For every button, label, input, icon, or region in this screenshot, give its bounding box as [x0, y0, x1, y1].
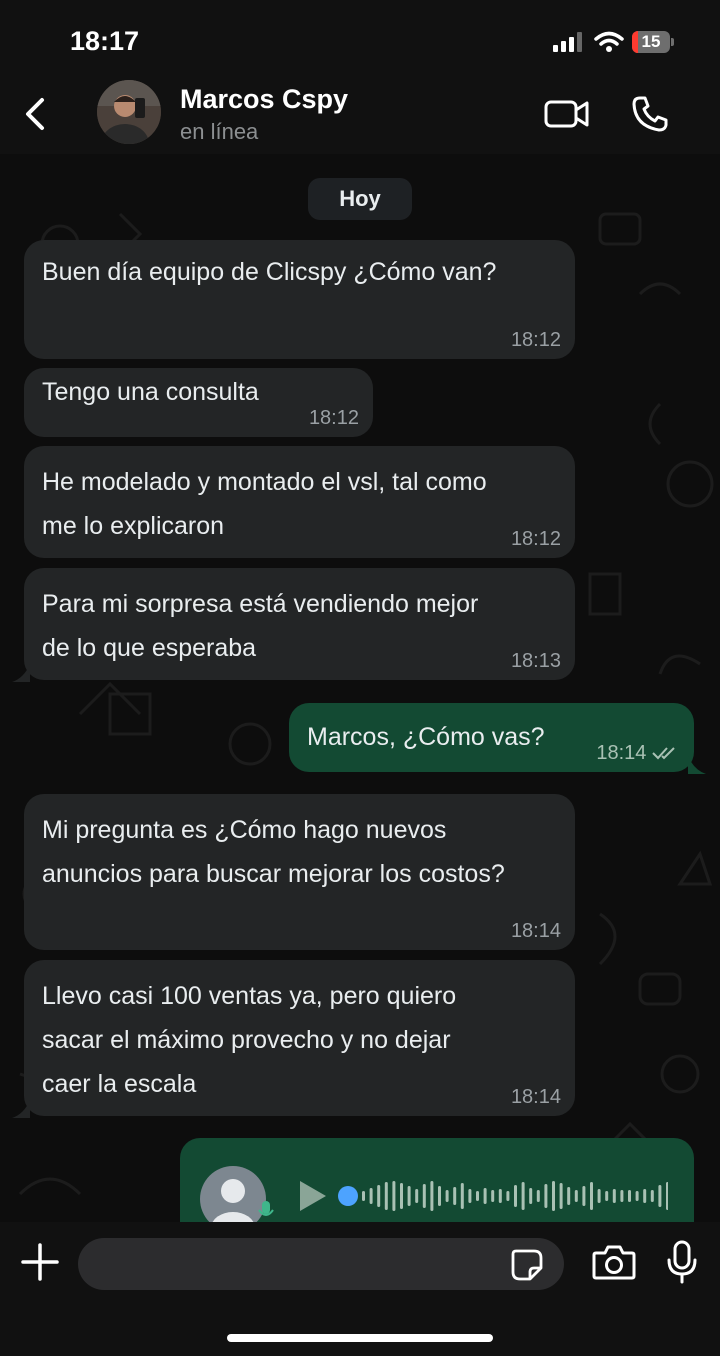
sticker-icon[interactable]: [510, 1248, 544, 1282]
waveform-bar: [422, 1184, 426, 1208]
chat-header: Marcos Cspy en línea: [0, 80, 720, 154]
message-text: Tengo una consulta: [42, 378, 259, 406]
battery-icon: 15: [632, 31, 674, 53]
waveform-bar: [605, 1191, 609, 1201]
message-bubble[interactable]: He modelado y montado el vsl, tal como me…: [24, 446, 575, 558]
waveform-bar: [491, 1190, 495, 1202]
message-text: Llevo casi 100 ventas ya, pero quiero sac…: [42, 982, 457, 1098]
waveform-bar: [574, 1190, 578, 1202]
waveform-bar: [514, 1185, 517, 1207]
back-icon[interactable]: [20, 94, 54, 134]
waveform-bar: [476, 1191, 479, 1201]
play-icon[interactable]: [296, 1178, 328, 1214]
bubble-tail: [12, 664, 30, 682]
waveform-bar: [506, 1191, 510, 1201]
playback-position-handle[interactable]: [338, 1186, 358, 1206]
waveform-bar: [377, 1185, 381, 1207]
waveform-bar: [559, 1183, 563, 1209]
waveform-bar: [362, 1191, 365, 1201]
waveform-bar: [529, 1188, 533, 1204]
waveform-bar: [612, 1189, 616, 1203]
voice-waveform[interactable]: [338, 1176, 668, 1216]
waveform-bar: [620, 1190, 624, 1202]
waveform-bar: [552, 1181, 555, 1211]
waveform-bar: [643, 1189, 647, 1203]
waveform-bar: [453, 1187, 457, 1205]
video-call-icon[interactable]: [543, 96, 591, 132]
signal-icon: [553, 32, 582, 52]
message-time: 18:14: [510, 920, 561, 942]
contact-presence: en línea: [180, 119, 259, 144]
waveform-bar: [666, 1182, 668, 1210]
waveform-bar: [536, 1190, 540, 1202]
voice-note-bubble[interactable]: [180, 1138, 694, 1222]
waveform-bar: [369, 1188, 373, 1204]
waveform-bar: [415, 1189, 419, 1203]
message-text: Buen día equipo de Clicspy ¿Cómo van?: [42, 258, 497, 286]
waveform-bar: [635, 1191, 639, 1201]
waveform-bar: [392, 1181, 396, 1211]
message-time: 18:12: [510, 329, 561, 351]
waveform-bar: [628, 1190, 631, 1202]
contact-name[interactable]: Marcos Cspy: [180, 84, 348, 115]
message-input[interactable]: [98, 1238, 502, 1292]
waveform-bar: [445, 1190, 449, 1202]
contact-avatar[interactable]: [97, 80, 161, 144]
microphone-icon[interactable]: [666, 1240, 698, 1284]
waveform-bar: [483, 1188, 487, 1204]
home-indicator: [227, 1334, 493, 1342]
waveform-bar: [590, 1182, 593, 1210]
battery-percentage: 15: [641, 32, 661, 51]
waveform-bar: [430, 1181, 434, 1211]
message-time: 18:12: [308, 407, 359, 429]
sender-avatar: [200, 1166, 266, 1222]
message-input-container: [78, 1238, 564, 1292]
waveform-bar: [460, 1183, 464, 1209]
message-text: He modelado y montado el vsl, tal como me…: [42, 468, 487, 540]
microphone-badge-icon: [258, 1201, 274, 1216]
waveform-bar: [650, 1190, 654, 1202]
bubble-tail: [12, 1100, 30, 1118]
waveform-bar: [597, 1189, 601, 1203]
chat-area[interactable]: Hoy Buen día equipo de Clicspy ¿Cómo van…: [0, 154, 720, 1222]
bubble-tail: [688, 756, 706, 774]
voice-call-icon[interactable]: [630, 94, 670, 134]
waveform-bar: [544, 1184, 548, 1208]
message-text: Mi pregunta es ¿Cómo hago nuevos anuncios…: [42, 816, 505, 888]
message-time: 18:14: [510, 1086, 561, 1108]
message-bubble[interactable]: Buen día equipo de Clicspy ¿Cómo van? 18…: [24, 240, 575, 359]
message-bubble[interactable]: Mi pregunta es ¿Cómo hago nuevos anuncios…: [24, 794, 575, 950]
message-bubble[interactable]: Llevo casi 100 ventas ya, pero quiero sac…: [24, 960, 575, 1116]
message-time: 18:14: [596, 740, 680, 766]
plus-icon[interactable]: [20, 1242, 60, 1282]
waveform-bar: [438, 1186, 441, 1206]
waveform-bar: [582, 1186, 586, 1206]
camera-icon[interactable]: [592, 1244, 636, 1280]
double-check-icon: [652, 747, 675, 760]
message-bubble[interactable]: Tengo una consulta 18:12: [24, 368, 373, 437]
message-text: Marcos, ¿Cómo vas?: [307, 723, 545, 751]
waveform-bar: [658, 1185, 662, 1207]
waveform-bar: [400, 1183, 403, 1209]
waveform-bar: [521, 1182, 525, 1210]
waveform-bar: [498, 1189, 502, 1203]
message-text: Para mi sorpresa está vendiendo mejor de …: [42, 590, 479, 662]
status-bar: 18:17 15: [0, 0, 720, 80]
waveform-bar: [567, 1187, 571, 1205]
status-time: 18:17: [70, 26, 140, 56]
waveform-bar: [407, 1186, 411, 1206]
message-time: 18:12: [510, 528, 561, 550]
wifi-icon: [594, 31, 624, 52]
message-time: 18:13: [510, 650, 561, 672]
waveform-bar: [384, 1182, 388, 1210]
waveform-bar: [468, 1189, 472, 1203]
message-bubble[interactable]: Para mi sorpresa está vendiendo mejor de …: [24, 568, 575, 680]
message-bubble-outgoing[interactable]: Marcos, ¿Cómo vas? 18:14: [289, 703, 694, 772]
date-separator: Hoy: [308, 178, 412, 220]
